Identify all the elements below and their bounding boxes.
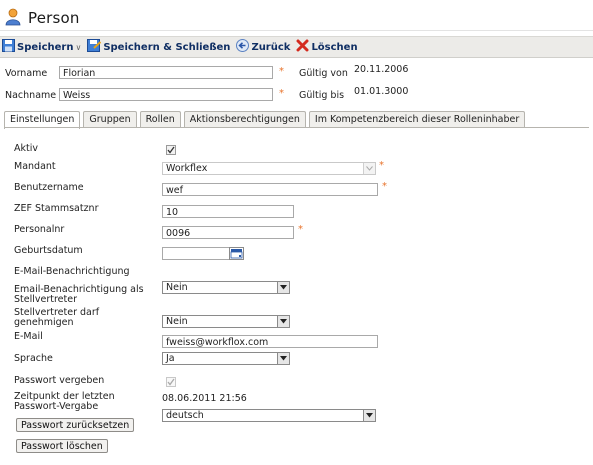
email-notify-deputy-label: Email-Benachrichtigung als Stellvertreter bbox=[14, 284, 144, 305]
back-arrow-icon bbox=[236, 39, 251, 55]
required-marker: * bbox=[279, 88, 284, 99]
valid-to-label: Gültig bis bbox=[299, 90, 345, 101]
page-header: Person bbox=[4, 5, 80, 31]
zef-input[interactable]: 10 bbox=[162, 205, 294, 218]
personalnr-input[interactable]: 0096 bbox=[162, 226, 294, 239]
person-icon bbox=[4, 8, 22, 29]
required-marker: * bbox=[298, 224, 303, 235]
chevron-down-icon[interactable] bbox=[277, 282, 289, 293]
aktiv-label: Aktiv bbox=[14, 143, 38, 154]
valid-to-value: 01.01.3000 bbox=[354, 86, 409, 97]
email-notify-select[interactable]: Nein bbox=[162, 281, 290, 294]
reset-password-button[interactable]: Passwort zurücksetzen bbox=[16, 418, 135, 432]
delete-password-button[interactable]: Passwort löschen bbox=[16, 439, 108, 453]
valid-from-label: Gültig von bbox=[299, 68, 348, 79]
firstname-label: Vorname bbox=[5, 68, 48, 79]
birthdate-input[interactable] bbox=[162, 247, 230, 260]
checkmark-icon bbox=[167, 146, 175, 154]
aktiv-checkbox[interactable] bbox=[166, 145, 176, 155]
deputy-approve-value: Ja bbox=[166, 353, 175, 364]
password-set-checkbox bbox=[166, 377, 176, 387]
email-input[interactable]: fweiss@workflox.com bbox=[162, 335, 378, 348]
checkmark-icon bbox=[167, 378, 175, 386]
mandant-value: Workflex bbox=[166, 163, 208, 174]
page-title: Person bbox=[28, 9, 80, 27]
delete-button[interactable]: Löschen bbox=[296, 39, 358, 55]
zef-label: ZEF Stammsatznr bbox=[14, 203, 99, 214]
deputy-approve-select[interactable]: Ja bbox=[162, 352, 290, 365]
tab-divider bbox=[4, 127, 589, 128]
save-label: Speichern bbox=[17, 41, 74, 53]
required-marker: * bbox=[382, 181, 387, 192]
deputy-approve-label: Stellvertreter darf genehmigen bbox=[14, 307, 100, 328]
language-value: deutsch bbox=[166, 410, 204, 421]
save-close-icon bbox=[87, 39, 103, 55]
chevron-down-icon[interactable]: ∨ bbox=[75, 43, 81, 52]
mandant-label: Mandant bbox=[14, 161, 56, 172]
language-label: Sprache bbox=[14, 353, 53, 364]
calendar-icon[interactable] bbox=[229, 247, 244, 260]
firstname-input[interactable]: Florian bbox=[59, 66, 273, 79]
tab-rollen[interactable]: Rollen bbox=[139, 111, 181, 128]
required-marker: * bbox=[379, 160, 384, 171]
chevron-down-icon[interactable] bbox=[363, 163, 375, 174]
delete-x-icon bbox=[296, 39, 311, 55]
email-notify-deputy-value: Nein bbox=[166, 316, 188, 327]
chevron-down-icon[interactable] bbox=[363, 410, 375, 421]
email-notify-label: E-Mail-Benachrichtigung bbox=[14, 266, 130, 277]
required-marker: * bbox=[279, 66, 284, 77]
last-password-label: Zeitpunkt der letzten Passwort-Vergabe bbox=[14, 391, 115, 412]
birthdate-label: Geburtsdatum bbox=[14, 245, 83, 256]
last-password-value: 08.06.2011 21:56 bbox=[162, 393, 247, 404]
save-icon bbox=[2, 39, 17, 55]
tab-kompetenzbereich[interactable]: Im Kompetenzbereich dieser Rolleninhaber bbox=[308, 111, 526, 128]
username-input[interactable]: wef bbox=[162, 183, 378, 196]
save-button[interactable]: Speichern bbox=[2, 39, 73, 55]
valid-from-value: 20.11.2006 bbox=[354, 64, 409, 75]
mandant-select[interactable]: Workflex bbox=[162, 162, 376, 175]
lastname-label: Nachname bbox=[5, 90, 57, 101]
email-label: E-Mail bbox=[14, 331, 43, 342]
delete-label: Löschen bbox=[311, 41, 358, 53]
language-select[interactable]: deutsch bbox=[162, 409, 376, 422]
back-button[interactable]: Zurück bbox=[236, 39, 290, 55]
email-notify-value: Nein bbox=[166, 282, 188, 293]
username-label: Benutzername bbox=[14, 182, 84, 193]
toolbar: Speichern ∨ Speichern & Schließen Zurück… bbox=[0, 36, 593, 58]
email-notify-deputy-select[interactable]: Nein bbox=[162, 315, 290, 328]
chevron-down-icon[interactable] bbox=[277, 316, 289, 327]
personalnr-label: Personalnr bbox=[14, 224, 65, 235]
save-and-close-button[interactable]: Speichern & Schließen bbox=[87, 39, 230, 55]
chevron-down-icon[interactable] bbox=[277, 353, 289, 364]
tab-aktionsberechtigungen[interactable]: Aktionsberechtigungen bbox=[183, 111, 306, 128]
title-divider bbox=[0, 30, 593, 31]
back-label: Zurück bbox=[251, 41, 291, 53]
tab-gruppen[interactable]: Gruppen bbox=[83, 111, 137, 128]
lastname-input[interactable]: Weiss bbox=[59, 88, 273, 101]
password-set-label: Passwort vergeben bbox=[14, 375, 105, 386]
save-and-close-label: Speichern & Schließen bbox=[103, 41, 231, 53]
tab-bar: Einstellungen Gruppen Rollen Aktionsbere… bbox=[4, 108, 528, 129]
